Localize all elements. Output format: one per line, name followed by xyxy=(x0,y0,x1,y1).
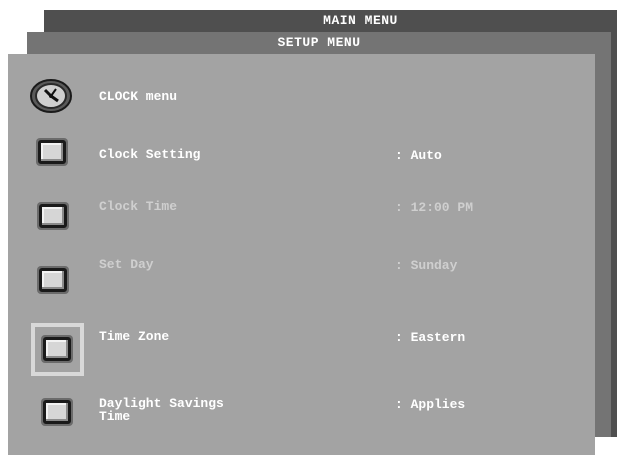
time-zone-value: : Eastern xyxy=(395,330,466,345)
main-menu-title: MAIN MENU xyxy=(323,13,398,28)
daylight-savings-button[interactable] xyxy=(43,400,71,424)
set-day-label: Set Day xyxy=(99,257,154,272)
clock-time-value: : 12:00 PM xyxy=(395,200,474,215)
set-day-value: : Sunday xyxy=(395,258,458,273)
clock-setting-button[interactable] xyxy=(38,140,66,164)
clock-icon xyxy=(30,79,72,113)
clock-menu-title: CLOCK menu xyxy=(99,89,178,104)
set-day-button[interactable] xyxy=(39,268,67,292)
daylight-savings-label: Daylight Savings Time xyxy=(99,397,224,423)
time-zone-label: Time Zone xyxy=(99,329,170,344)
daylight-savings-value: : Applies xyxy=(395,397,466,412)
clock-time-button[interactable] xyxy=(39,204,67,228)
clock-menu-panel xyxy=(8,54,595,455)
time-zone-button[interactable] xyxy=(43,337,71,361)
daylight-savings-label-line2: Time xyxy=(99,409,131,424)
clock-setting-value: : Auto xyxy=(395,148,442,163)
setup-menu-title: SETUP MENU xyxy=(277,35,361,50)
clock-time-label: Clock Time xyxy=(99,199,178,214)
clock-setting-label: Clock Setting xyxy=(99,147,201,162)
